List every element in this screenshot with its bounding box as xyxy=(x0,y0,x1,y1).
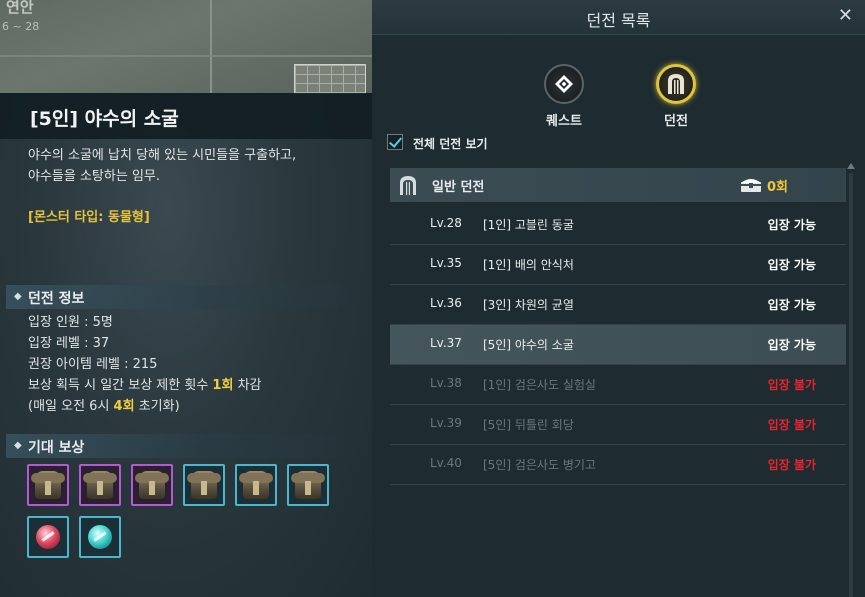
reset-prefix: (매일 오전 6시 xyxy=(28,399,114,414)
monster-type-label: [몬스터 타입: 동물형] xyxy=(28,210,150,225)
dungeon-level: Lv.36 xyxy=(430,296,462,310)
map-road xyxy=(210,0,212,93)
description-line: 야수들을 소탕하는 임무. xyxy=(28,169,160,184)
reset-info-text: (매일 오전 6시 4회 초기화) xyxy=(28,396,262,417)
close-button[interactable]: ✕ xyxy=(838,5,853,26)
show-all-dungeons-label[interactable]: 전체 던전 보기 xyxy=(413,135,488,152)
reward-item-slot[interactable] xyxy=(183,464,225,506)
reward-limit-count: 1회 xyxy=(212,378,234,393)
chest-armor-icon xyxy=(31,471,65,499)
dungeon-level: Lv.39 xyxy=(430,416,462,430)
dungeon-level: Lv.37 xyxy=(430,336,462,350)
description-line: 야수의 소굴에 납치 당해 있는 시민들을 구출하고, xyxy=(28,148,297,163)
category-label: 일반 던전 xyxy=(432,180,485,195)
scrollbar[interactable] xyxy=(847,163,855,597)
reward-item-slot[interactable] xyxy=(235,464,277,506)
world-map-background[interactable]: 연안 6 ~ 28 xyxy=(0,0,372,94)
scroll-up-arrow-icon[interactable] xyxy=(847,163,855,169)
dungeon-detail-panel: 연안 6 ~ 28 [5인] 야수의 소굴 야수의 소굴에 납치 당해 있는 시… xyxy=(0,0,372,597)
dungeon-row[interactable]: Lv.40 [5인] 검은사도 병기고 입장 불가 xyxy=(390,445,846,485)
entry-level-text: 입장 레벨 : 37 xyxy=(28,336,110,351)
dungeon-name: [3인] 차원의 균열 xyxy=(483,298,574,312)
dungeon-row[interactable]: Lv.35 [1인] 배의 안식처 입장 가능 xyxy=(390,245,846,285)
entry-status: 입장 가능 xyxy=(767,218,816,232)
entry-status: 입장 가능 xyxy=(767,258,816,272)
dungeon-title: [5인] 야수의 소굴 xyxy=(30,108,179,130)
chest-armor-icon xyxy=(187,471,221,499)
tab-dungeon-label: 던전 xyxy=(664,114,688,129)
minimap-grid[interactable] xyxy=(294,64,366,94)
entry-status: 입장 가능 xyxy=(767,338,816,352)
reward-limit-suffix: 차감 xyxy=(233,378,262,393)
dungeon-name: [5인] 뒤틀린 회당 xyxy=(483,418,574,432)
entry-status: 입장 불가 xyxy=(767,378,816,392)
dungeon-level: Lv.35 xyxy=(430,256,462,270)
dungeon-level: Lv.40 xyxy=(430,456,462,470)
chest-armor-icon xyxy=(83,471,117,499)
dungeon-name: [1인] 검은사도 실험실 xyxy=(483,378,596,392)
reset-count: 4회 xyxy=(113,399,135,414)
show-all-dungeons-checkbox[interactable] xyxy=(387,134,403,150)
dungeon-name: [5인] 검은사도 병기고 xyxy=(483,458,596,472)
reward-item-slot[interactable] xyxy=(79,516,121,558)
cyan-gem-icon xyxy=(88,525,112,549)
dungeon-gate-icon xyxy=(400,176,416,195)
quest-tab-circle xyxy=(544,64,584,104)
entry-status: 입장 불가 xyxy=(767,418,816,432)
dungeon-row[interactable]: Lv.36 [3인] 차원의 균열 입장 가능 xyxy=(390,285,846,325)
red-gem-icon xyxy=(36,525,60,549)
dungeon-list-panel: 던전 목록 ✕ 퀘스트 던전 전체 던전 보기 일반 던전 0회 Lv.28 [… xyxy=(372,0,865,597)
map-region-level: 6 ~ 28 xyxy=(2,20,40,33)
recommended-item-level-text: 권장 아이템 레벨 : 215 xyxy=(28,357,158,372)
reset-suffix: 초기화) xyxy=(134,399,180,414)
dungeon-description: 야수의 소굴에 납치 당해 있는 시민들을 구출하고, 야수들을 소탕하는 임무… xyxy=(28,145,358,187)
category-header-general-dungeon[interactable]: 일반 던전 0회 xyxy=(390,168,846,202)
dungeon-info-header: ◆ 던전 정보 xyxy=(6,285,372,309)
dungeon-info-list: 입장 인원 : 5명 입장 레벨 : 37 권장 아이템 레벨 : 215 보상… xyxy=(28,312,262,417)
reward-item-slot[interactable] xyxy=(27,464,69,506)
dungeon-gate-icon xyxy=(668,74,684,94)
dungeon-row[interactable]: Lv.39 [5인] 뒤틀린 회당 입장 불가 xyxy=(390,405,846,445)
reward-item-slot[interactable] xyxy=(79,464,121,506)
entry-status: 입장 가능 xyxy=(767,298,816,312)
party-size-text: 입장 인원 : 5명 xyxy=(28,315,113,330)
reward-limit-prefix: 보상 획득 시 일간 보상 제한 횟수 xyxy=(28,378,213,393)
panel-title: 던전 목록 xyxy=(586,11,651,30)
map-region-name: 연안 xyxy=(6,0,34,16)
dungeon-name: [1인] 고블린 동굴 xyxy=(483,218,574,232)
entry-status: 입장 불가 xyxy=(767,458,816,472)
dungeon-tab-circle xyxy=(656,64,696,104)
reward-item-slot[interactable] xyxy=(131,464,173,506)
quest-diamond-icon xyxy=(555,75,573,93)
category-count: 0회 xyxy=(767,180,789,195)
dungeon-info-title: 던전 정보 xyxy=(28,291,85,307)
treasure-chest-icon xyxy=(741,179,761,192)
expected-reward-title: 기대 보상 xyxy=(28,440,85,456)
map-road xyxy=(0,55,372,57)
close-icon: ✕ xyxy=(837,5,853,26)
reward-item-slot[interactable] xyxy=(27,516,69,558)
tab-quest-label: 퀘스트 xyxy=(546,114,582,129)
dungeon-row[interactable]: Lv.28 [1인] 고블린 동굴 입장 가능 xyxy=(390,205,846,245)
dungeon-level: Lv.28 xyxy=(430,216,462,230)
dungeon-level: Lv.38 xyxy=(430,376,462,390)
reward-item-slot[interactable] xyxy=(287,464,329,506)
scroll-track[interactable] xyxy=(849,173,853,597)
dungeon-row-selected[interactable]: Lv.37 [5인] 야수의 소굴 입장 가능 xyxy=(390,325,846,365)
panel-header: 던전 목록 ✕ xyxy=(372,0,865,35)
dungeon-row[interactable]: Lv.38 [1인] 검은사도 실험실 입장 불가 xyxy=(390,365,846,405)
reward-limit-text: 보상 획득 시 일간 보상 제한 횟수 1회 차감 xyxy=(28,375,262,396)
expected-reward-header: ◆ 기대 보상 xyxy=(6,434,372,458)
chest-armor-icon xyxy=(291,471,325,499)
chest-armor-icon xyxy=(239,471,273,499)
dungeon-name: [1인] 배의 안식처 xyxy=(483,258,574,272)
dungeon-name: [5인] 야수의 소굴 xyxy=(483,338,574,352)
tab-quest[interactable]: 퀘스트 xyxy=(534,64,594,129)
tab-dungeon[interactable]: 던전 xyxy=(646,64,706,129)
diamond-bullet-icon: ◆ xyxy=(14,440,22,451)
diamond-bullet-icon: ◆ xyxy=(14,291,22,302)
chest-armor-icon xyxy=(135,471,169,499)
